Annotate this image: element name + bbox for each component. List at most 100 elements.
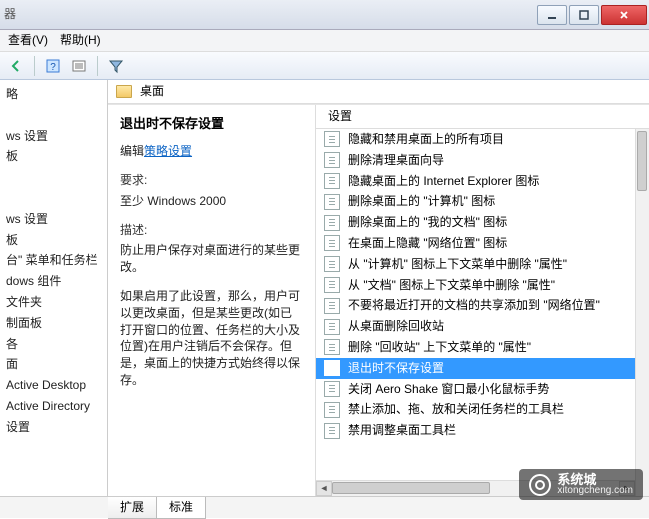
policy-icon <box>324 256 340 272</box>
tree-item[interactable] <box>0 188 107 209</box>
tree-item[interactable]: 板 <box>0 230 107 251</box>
menu-bar: 查看(V) 帮助(H) <box>0 30 649 52</box>
settings-row[interactable]: 关闭 Aero Shake 窗口最小化鼠标手势 <box>316 379 649 400</box>
tree-item[interactable]: 面 <box>0 354 107 375</box>
svg-text:?: ? <box>50 62 56 73</box>
settings-row[interactable]: 从桌面删除回收站 <box>316 316 649 337</box>
tree-item[interactable]: Active Desktop <box>0 375 107 396</box>
settings-row[interactable]: 禁用调整桌面工具栏 <box>316 420 649 441</box>
description-label: 描述: <box>120 222 303 239</box>
policy-icon <box>324 381 340 397</box>
settings-row[interactable]: 从 "文档" 图标上下文菜单中删除 "属性" <box>316 275 649 296</box>
settings-row-label: 删除 "回收站" 上下文菜单的 "属性" <box>348 339 531 356</box>
policy-icon <box>324 298 340 314</box>
watermark-url: xitongcheng.com <box>557 486 633 496</box>
minimize-button[interactable] <box>537 5 567 25</box>
tree-item[interactable]: dows 组件 <box>0 271 107 292</box>
scroll-thumb[interactable] <box>332 482 490 494</box>
watermark: 系统城 xitongcheng.com <box>519 469 643 500</box>
tree-item[interactable]: 各 <box>0 334 107 355</box>
settings-row-label: 删除清理桌面向导 <box>348 152 444 169</box>
tree-item[interactable]: ws 设置 <box>0 126 107 147</box>
window-title-fragment: 器 <box>4 6 16 23</box>
policy-icon <box>324 235 340 251</box>
settings-list[interactable]: 隐藏和禁用桌面上的所有项目删除清理桌面向导隐藏桌面上的 Internet Exp… <box>316 129 649 496</box>
tab-extended[interactable]: 扩展 <box>108 497 157 519</box>
settings-row[interactable]: 退出时不保存设置 <box>316 358 649 379</box>
settings-row[interactable]: 不要将最近打开的文档的共享添加到 "网络位置" <box>316 295 649 316</box>
policy-icon <box>324 402 340 418</box>
policy-icon <box>324 152 340 168</box>
nav-tree[interactable]: 略 ws 设置板 ws 设置板台" 菜单和任务栏dows 组件文件夹制面板各面A… <box>0 80 108 496</box>
menu-view[interactable]: 查看(V) <box>8 32 48 49</box>
tree-item[interactable]: Active Directory <box>0 396 107 417</box>
tree-item[interactable] <box>0 167 107 188</box>
settings-row-label: 关闭 Aero Shake 窗口最小化鼠标手势 <box>348 381 549 398</box>
policy-icon <box>324 277 340 293</box>
policy-title: 退出时不保存设置 <box>120 115 303 133</box>
description-text-2: 如果启用了此设置，那么，用户可以更改桌面，但是某些更改(如已打开窗口的位置、任务… <box>120 288 303 389</box>
tree-item[interactable]: ws 设置 <box>0 209 107 230</box>
tree-item[interactable]: 台" 菜单和任务栏 <box>0 250 107 271</box>
settings-row[interactable]: 删除 "回收站" 上下文菜单的 "属性" <box>316 337 649 358</box>
settings-row[interactable]: 删除清理桌面向导 <box>316 150 649 171</box>
policy-icon <box>324 423 340 439</box>
tree-item[interactable]: 板 <box>0 146 107 167</box>
settings-row-label: 隐藏桌面上的 Internet Explorer 图标 <box>348 173 539 190</box>
folder-icon <box>116 85 132 98</box>
settings-row-label: 禁用调整桌面工具栏 <box>348 422 456 439</box>
settings-list-pane: 设置 隐藏和禁用桌面上的所有项目删除清理桌面向导隐藏桌面上的 Internet … <box>316 105 649 496</box>
title-bar: 器 <box>0 0 649 30</box>
requirements-label: 要求: <box>120 172 303 189</box>
maximize-button[interactable] <box>569 5 599 25</box>
tree-item[interactable]: 略 <box>0 84 107 105</box>
tree-item[interactable] <box>0 105 107 126</box>
settings-row-label: 隐藏和禁用桌面上的所有项目 <box>348 131 504 148</box>
settings-row[interactable]: 隐藏和禁用桌面上的所有项目 <box>316 129 649 150</box>
settings-row-label: 在桌面上隐藏 "网络位置" 图标 <box>348 235 507 252</box>
policy-icon <box>324 319 340 335</box>
requirements-value: 至少 Windows 2000 <box>120 193 303 210</box>
settings-row-label: 从桌面删除回收站 <box>348 318 444 335</box>
edit-prefix: 编辑 <box>120 144 144 158</box>
description-text-1: 防止用户保存对桌面进行的某些更改。 <box>120 242 303 276</box>
settings-row-label: 删除桌面上的 "我的文档" 图标 <box>348 214 507 231</box>
tree-item[interactable]: 设置 <box>0 417 107 438</box>
settings-row-label: 退出时不保存设置 <box>348 360 444 377</box>
settings-row-label: 不要将最近打开的文档的共享添加到 "网络位置" <box>348 297 600 314</box>
path-bar: 桌面 <box>108 80 649 104</box>
tab-standard[interactable]: 标准 <box>156 497 206 519</box>
filter-icon[interactable] <box>104 55 128 77</box>
settings-column-header[interactable]: 设置 <box>316 105 649 129</box>
separator-icon <box>34 56 35 76</box>
settings-row-label: 删除桌面上的 "计算机" 图标 <box>348 193 495 210</box>
menu-help[interactable]: 帮助(H) <box>60 32 101 49</box>
toolbar: ? <box>0 52 649 80</box>
settings-row[interactable]: 在桌面上隐藏 "网络位置" 图标 <box>316 233 649 254</box>
settings-row[interactable]: 从 "计算机" 图标上下文菜单中删除 "属性" <box>316 254 649 275</box>
settings-row[interactable]: 删除桌面上的 "计算机" 图标 <box>316 191 649 212</box>
policy-icon <box>324 131 340 147</box>
path-label: 桌面 <box>140 83 164 100</box>
properties-icon[interactable] <box>67 55 91 77</box>
tree-item[interactable]: 制面板 <box>0 313 107 334</box>
policy-icon <box>324 173 340 189</box>
policy-icon <box>324 339 340 355</box>
settings-row-label: 从 "计算机" 图标上下文菜单中删除 "属性" <box>348 256 567 273</box>
back-icon[interactable] <box>4 55 28 77</box>
detail-pane: 退出时不保存设置 编辑策略设置 要求: 至少 Windows 2000 描述: … <box>108 105 316 496</box>
settings-row[interactable]: 隐藏桌面上的 Internet Explorer 图标 <box>316 171 649 192</box>
settings-row-label: 从 "文档" 图标上下文菜单中删除 "属性" <box>348 277 555 294</box>
settings-row[interactable]: 删除桌面上的 "我的文档" 图标 <box>316 212 649 233</box>
close-button[interactable] <box>601 5 647 25</box>
help-icon[interactable]: ? <box>41 55 65 77</box>
vertical-scrollbar[interactable] <box>635 129 649 496</box>
tree-item[interactable]: 文件夹 <box>0 292 107 313</box>
settings-row[interactable]: 禁止添加、拖、放和关闭任务栏的工具栏 <box>316 399 649 420</box>
scroll-left-icon[interactable]: ◄ <box>316 481 332 496</box>
policy-icon <box>324 360 340 376</box>
separator-icon <box>97 56 98 76</box>
watermark-logo-icon <box>529 474 551 496</box>
scroll-thumb[interactable] <box>637 131 647 191</box>
edit-policy-link[interactable]: 策略设置 <box>144 144 192 158</box>
